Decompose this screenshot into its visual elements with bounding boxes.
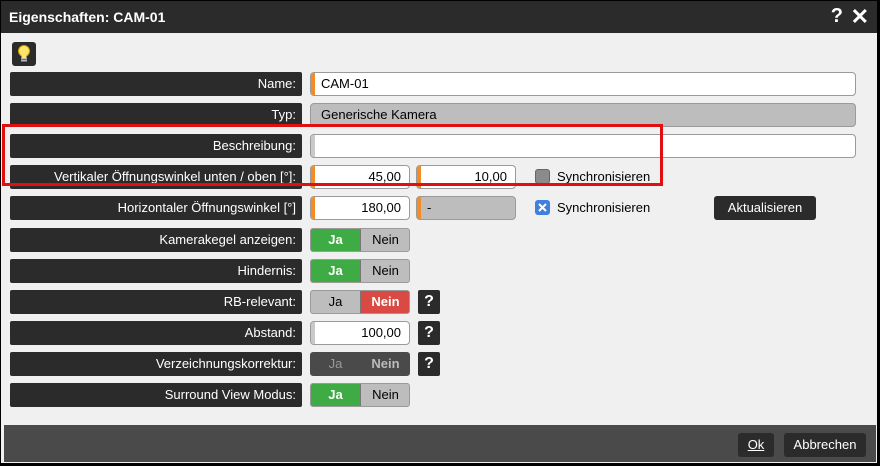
field-accent [311,73,315,95]
toggle-nein[interactable]: Nein [360,260,409,282]
abstand-field[interactable]: 100,00 [310,321,410,345]
checkbox-box [535,200,550,215]
typ-value: Generische Kamera [321,107,437,122]
toggle-nein[interactable]: Nein [360,229,409,251]
toggle-ja[interactable]: Ja [311,229,360,251]
hint-button[interactable] [12,42,36,66]
toggle-nein[interactable]: Nein [360,291,409,313]
name-field[interactable]: CAM-01 [310,72,856,96]
horizontal-value-field[interactable]: 180,00 [310,196,410,220]
properties-dialog: Eigenschaften: CAM-01 ? ✕ Name: CAM-01 T… [0,0,878,464]
horizontal-value: 180,00 [361,200,401,215]
title-bar: Eigenschaften: CAM-01 ? ✕ [1,1,877,33]
field-accent [311,322,315,344]
toggle-nein: Nein [360,353,409,375]
horizontal-second-value: - [427,200,432,215]
horizontal-sync-checkbox[interactable]: Synchronisieren [533,196,663,220]
abstand-value: 100,00 [361,325,401,340]
verzeichnung-label: Verzeichnungskorrektur: [10,352,302,376]
lightbulb-icon [18,45,30,62]
toggle-nein[interactable]: Nein [360,384,409,406]
rb-relevant-label: RB-relevant: [10,290,302,314]
hindernis-toggle[interactable]: Ja Nein [310,259,410,283]
field-accent [417,197,421,219]
aktualisieren-button[interactable]: Aktualisieren [714,196,816,220]
help-icon[interactable]: ? [831,5,843,28]
close-icon[interactable]: ✕ [851,4,869,30]
kamerakegel-label: Kamerakegel anzeigen: [10,228,302,252]
dialog-footer: Ok Abbrechen [4,425,876,462]
hindernis-label: Hindernis: [10,259,302,283]
highlight-frame [2,124,663,186]
horizontal-second-field: - [416,196,516,220]
name-value: CAM-01 [321,76,369,91]
dialog-content: Name: CAM-01 Typ: Generische Kamera Besc… [4,33,876,425]
field-accent [311,197,315,219]
ok-button[interactable]: Ok [738,433,774,457]
name-label: Name: [10,72,302,96]
verzeichnung-toggle: Ja Nein [310,352,410,376]
rb-relevant-toggle[interactable]: Ja Nein [310,290,410,314]
toggle-ja[interactable]: Ja [311,384,360,406]
kamerakegel-toggle[interactable]: Ja Nein [310,228,410,252]
toggle-ja[interactable]: Ja [311,291,360,313]
horizontal-sync-label: Synchronisieren [557,200,651,215]
toggle-ja: Ja [328,356,343,371]
cancel-button[interactable]: Abbrechen [784,433,866,457]
dialog-title: Eigenschaften: CAM-01 [9,9,166,25]
abstand-help-icon[interactable]: ? [418,321,440,345]
toggle-ja[interactable]: Ja [311,260,360,282]
check-icon [537,202,548,213]
surround-toggle[interactable]: Ja Nein [310,383,410,407]
rb-relevant-help-icon[interactable]: ? [418,290,440,314]
abstand-label: Abstand: [10,321,302,345]
verzeichnung-help-icon[interactable]: ? [418,352,440,376]
surround-label: Surround View Modus: [10,383,302,407]
horizontal-label: Horizontaler Öffnungswinkel [°] [10,196,302,220]
